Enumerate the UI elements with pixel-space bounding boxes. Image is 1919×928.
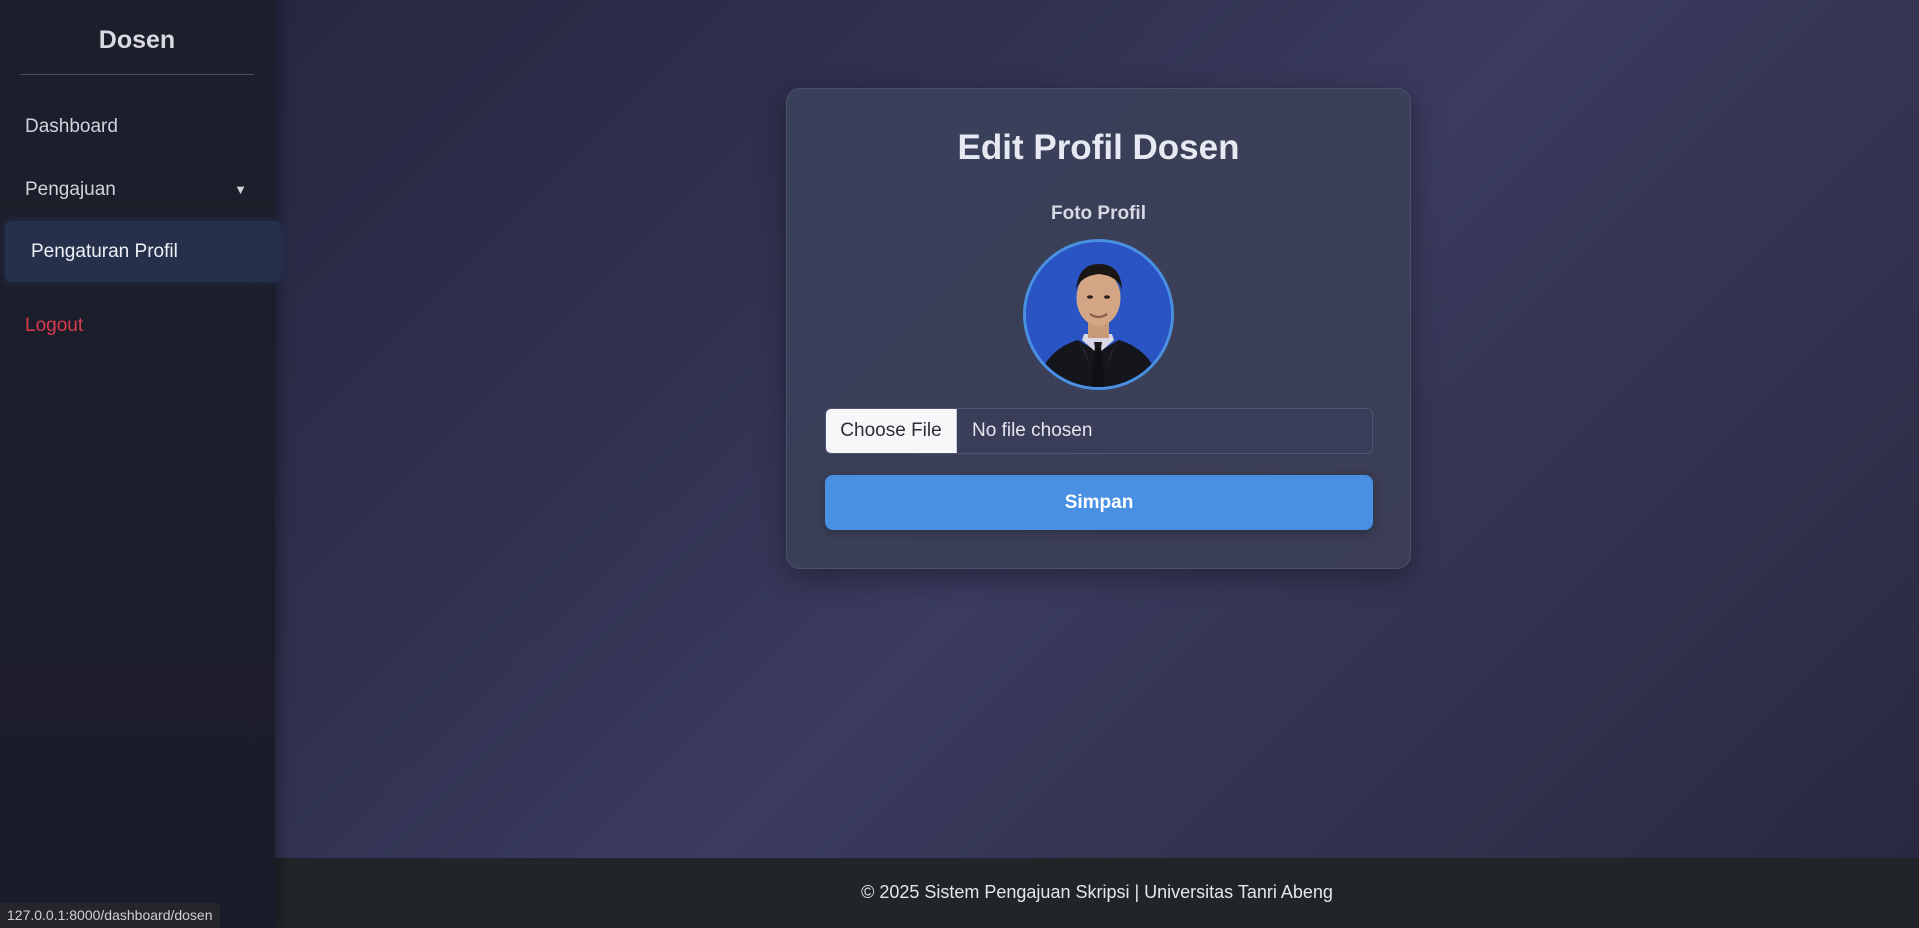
sidebar-item-logout[interactable]: Logout [25, 315, 83, 337]
profile-photo [1026, 242, 1171, 387]
status-bar-url: 127.0.0.1:8000/dashboard/dosen [0, 903, 220, 928]
photo-file-input[interactable]: Choose File No file chosen [825, 408, 1373, 454]
sidebar-item-dashboard[interactable]: Dashboard [25, 116, 118, 138]
footer: © 2025 Sistem Pengajuan Skripsi | Univer… [275, 858, 1919, 928]
footer-text: © 2025 Sistem Pengajuan Skripsi | Univer… [861, 882, 1333, 902]
caret-down-icon: ▼ [234, 182, 247, 197]
sidebar-item-pengaturan-profil[interactable]: Pengaturan Profil [5, 221, 280, 282]
page-title: Edit Profil Dosen [957, 128, 1240, 167]
sidebar-title: Dosen [98, 26, 176, 54]
sidebar-divider [20, 74, 254, 75]
sidebar-item-pengajuan[interactable]: Dashboard Pengajuan ▼ [25, 179, 247, 201]
avatar [1023, 239, 1174, 390]
sidebar: Dosen Dashboard Dashboard Pengajuan ▼ Pe… [0, 0, 280, 928]
file-status-text: No file chosen [972, 420, 1093, 441]
sidebar-item-label: Pengajuan [25, 179, 116, 200]
save-button[interactable]: Simpan [825, 475, 1373, 530]
choose-file-button[interactable]: Choose File [826, 409, 957, 453]
sidebar-item-label: Pengaturan Profil [31, 241, 178, 262]
edit-profile-card: Edit Profil Dosen Foto Profil Choose Fil… [786, 88, 1411, 569]
photo-label: Foto Profil [1051, 203, 1146, 224]
